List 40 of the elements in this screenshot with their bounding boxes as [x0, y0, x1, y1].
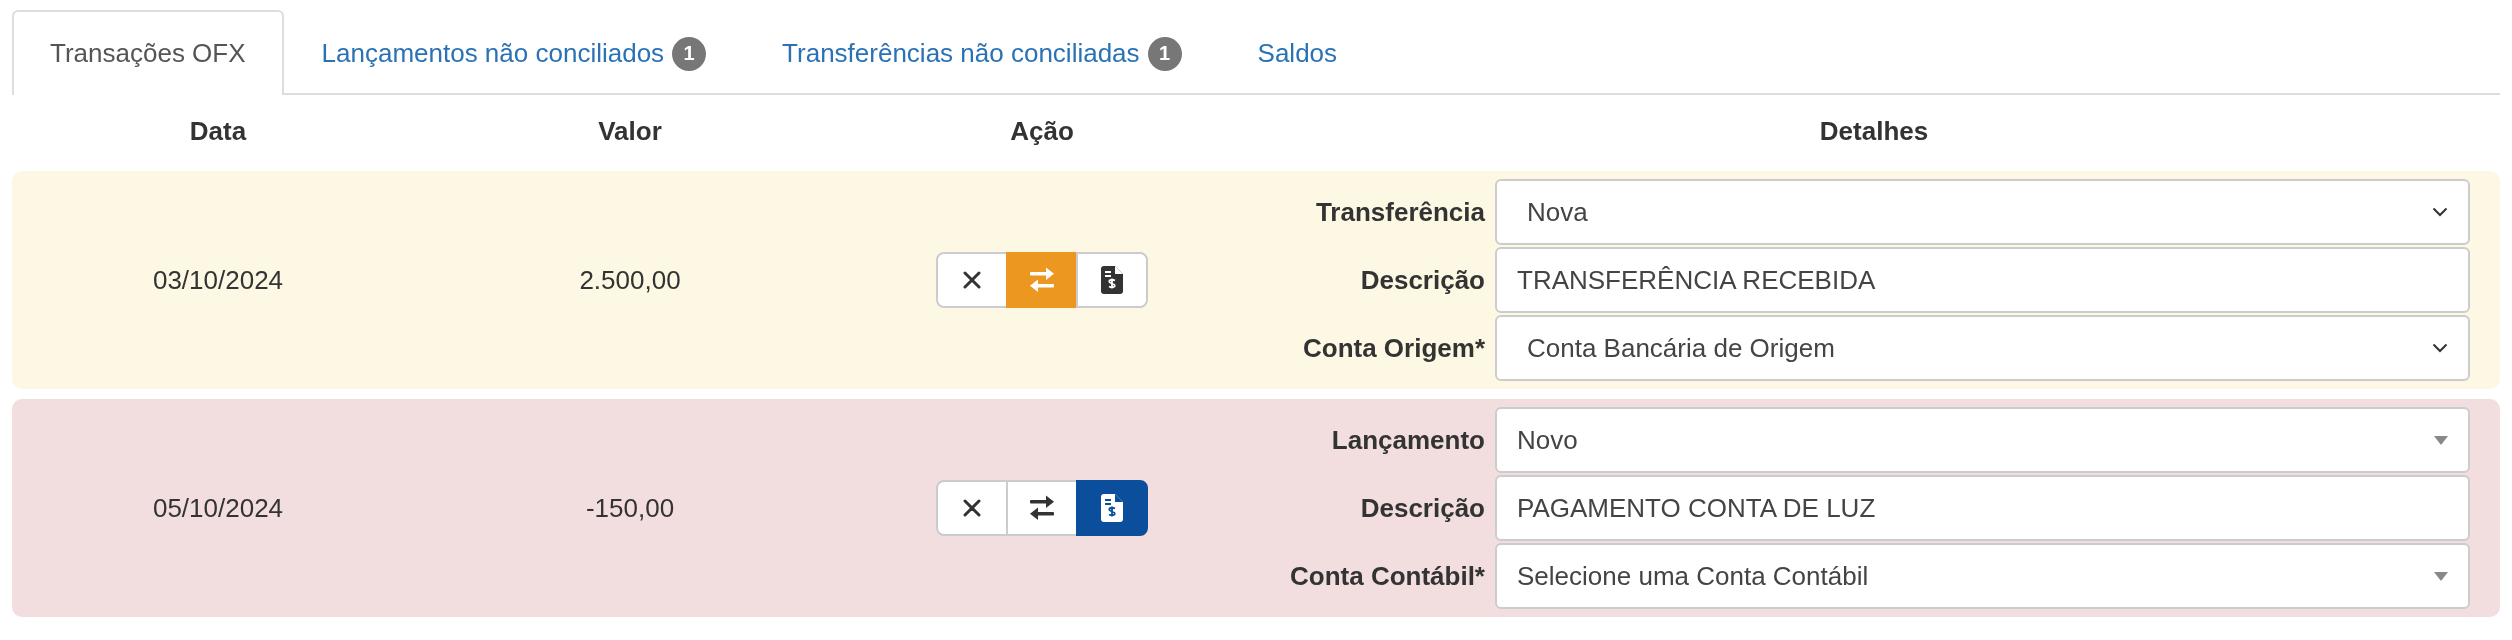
caret-down-icon	[2434, 435, 2448, 445]
date-cell: 03/10/2024	[152, 264, 284, 296]
swap-arrows-icon	[1028, 266, 1056, 294]
column-header: Data	[188, 115, 248, 147]
close-icon	[963, 499, 981, 517]
value-cell: -150,00	[585, 492, 675, 524]
field-label: Conta Origem*	[1301, 332, 1485, 364]
transfer-button[interactable]	[1006, 480, 1078, 536]
tab[interactable]: Transações OFX	[12, 10, 284, 95]
chevron-down-icon	[2432, 207, 2448, 217]
count-badge: 1	[1147, 36, 1182, 71]
column-header: Ação	[1009, 115, 1075, 147]
close-icon	[963, 271, 981, 289]
input-field[interactable]: TRANSFERÊNCIA RECEBIDA	[1495, 247, 2470, 313]
chevron-down-icon	[2432, 343, 2448, 353]
select-field[interactable]: Conta Bancária de Origem	[1495, 315, 2470, 381]
value-cell: 2.500,00	[579, 264, 681, 296]
column-header: Valor	[597, 115, 663, 147]
field-label: Lançamento	[1330, 424, 1485, 456]
field-label: Transferência	[1314, 196, 1485, 228]
tab[interactable]: Saldos	[1219, 10, 1376, 95]
swap-arrows-icon	[1028, 494, 1056, 522]
invoice-icon	[1101, 494, 1123, 522]
caret-down-icon	[2434, 571, 2448, 581]
select-field[interactable]: Nova	[1495, 179, 2470, 245]
tab[interactable]: Lançamentos não conciliados 1	[283, 10, 745, 95]
document-button[interactable]	[1076, 480, 1148, 536]
field-label: Descrição	[1359, 492, 1485, 524]
field-label: Conta Contábil*	[1289, 560, 1485, 592]
input-field[interactable]: PAGAMENTO CONTA DE LUZ	[1495, 475, 2470, 541]
count-badge: 1	[672, 36, 707, 71]
select-field[interactable]: Selecione uma Conta Contábil	[1495, 543, 2470, 609]
field-label: Descrição	[1359, 264, 1485, 296]
tab[interactable]: Transferências não conciliadas 1	[744, 10, 1220, 95]
date-cell: 05/10/2024	[152, 492, 284, 524]
column-header: Detalhes	[1818, 115, 1930, 147]
select-field[interactable]: Novo	[1495, 407, 2470, 473]
ignore-button[interactable]	[936, 252, 1008, 308]
ignore-button[interactable]	[936, 480, 1008, 536]
invoice-icon	[1101, 266, 1123, 294]
